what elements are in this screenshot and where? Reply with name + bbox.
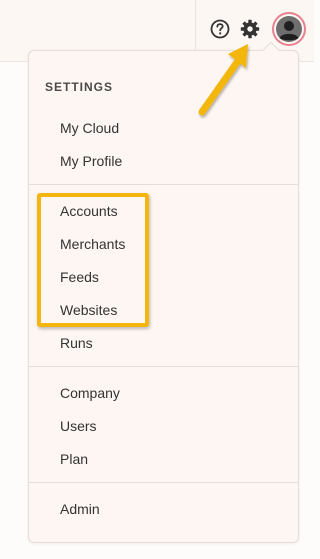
page: SETTINGS My Cloud My Profile Accounts Me… (0, 0, 314, 559)
user-avatar-icon (276, 16, 302, 42)
menu-item-my-profile[interactable]: My Profile (60, 152, 122, 170)
menu-item-company[interactable]: Company (60, 384, 120, 402)
annotation-highlight-box (37, 193, 149, 327)
settings-section-title: SETTINGS (45, 80, 114, 94)
menu-item-admin[interactable]: Admin (60, 500, 100, 518)
menu-divider (29, 482, 298, 483)
menu-divider (29, 366, 298, 367)
user-avatar[interactable] (272, 12, 306, 46)
menu-item-runs[interactable]: Runs (60, 334, 93, 352)
menu-divider (29, 184, 298, 185)
menu-item-users[interactable]: Users (60, 417, 97, 435)
annotation-arrow-icon (198, 44, 248, 116)
menu-item-plan[interactable]: Plan (60, 450, 88, 468)
menu-item-my-cloud[interactable]: My Cloud (60, 119, 119, 137)
